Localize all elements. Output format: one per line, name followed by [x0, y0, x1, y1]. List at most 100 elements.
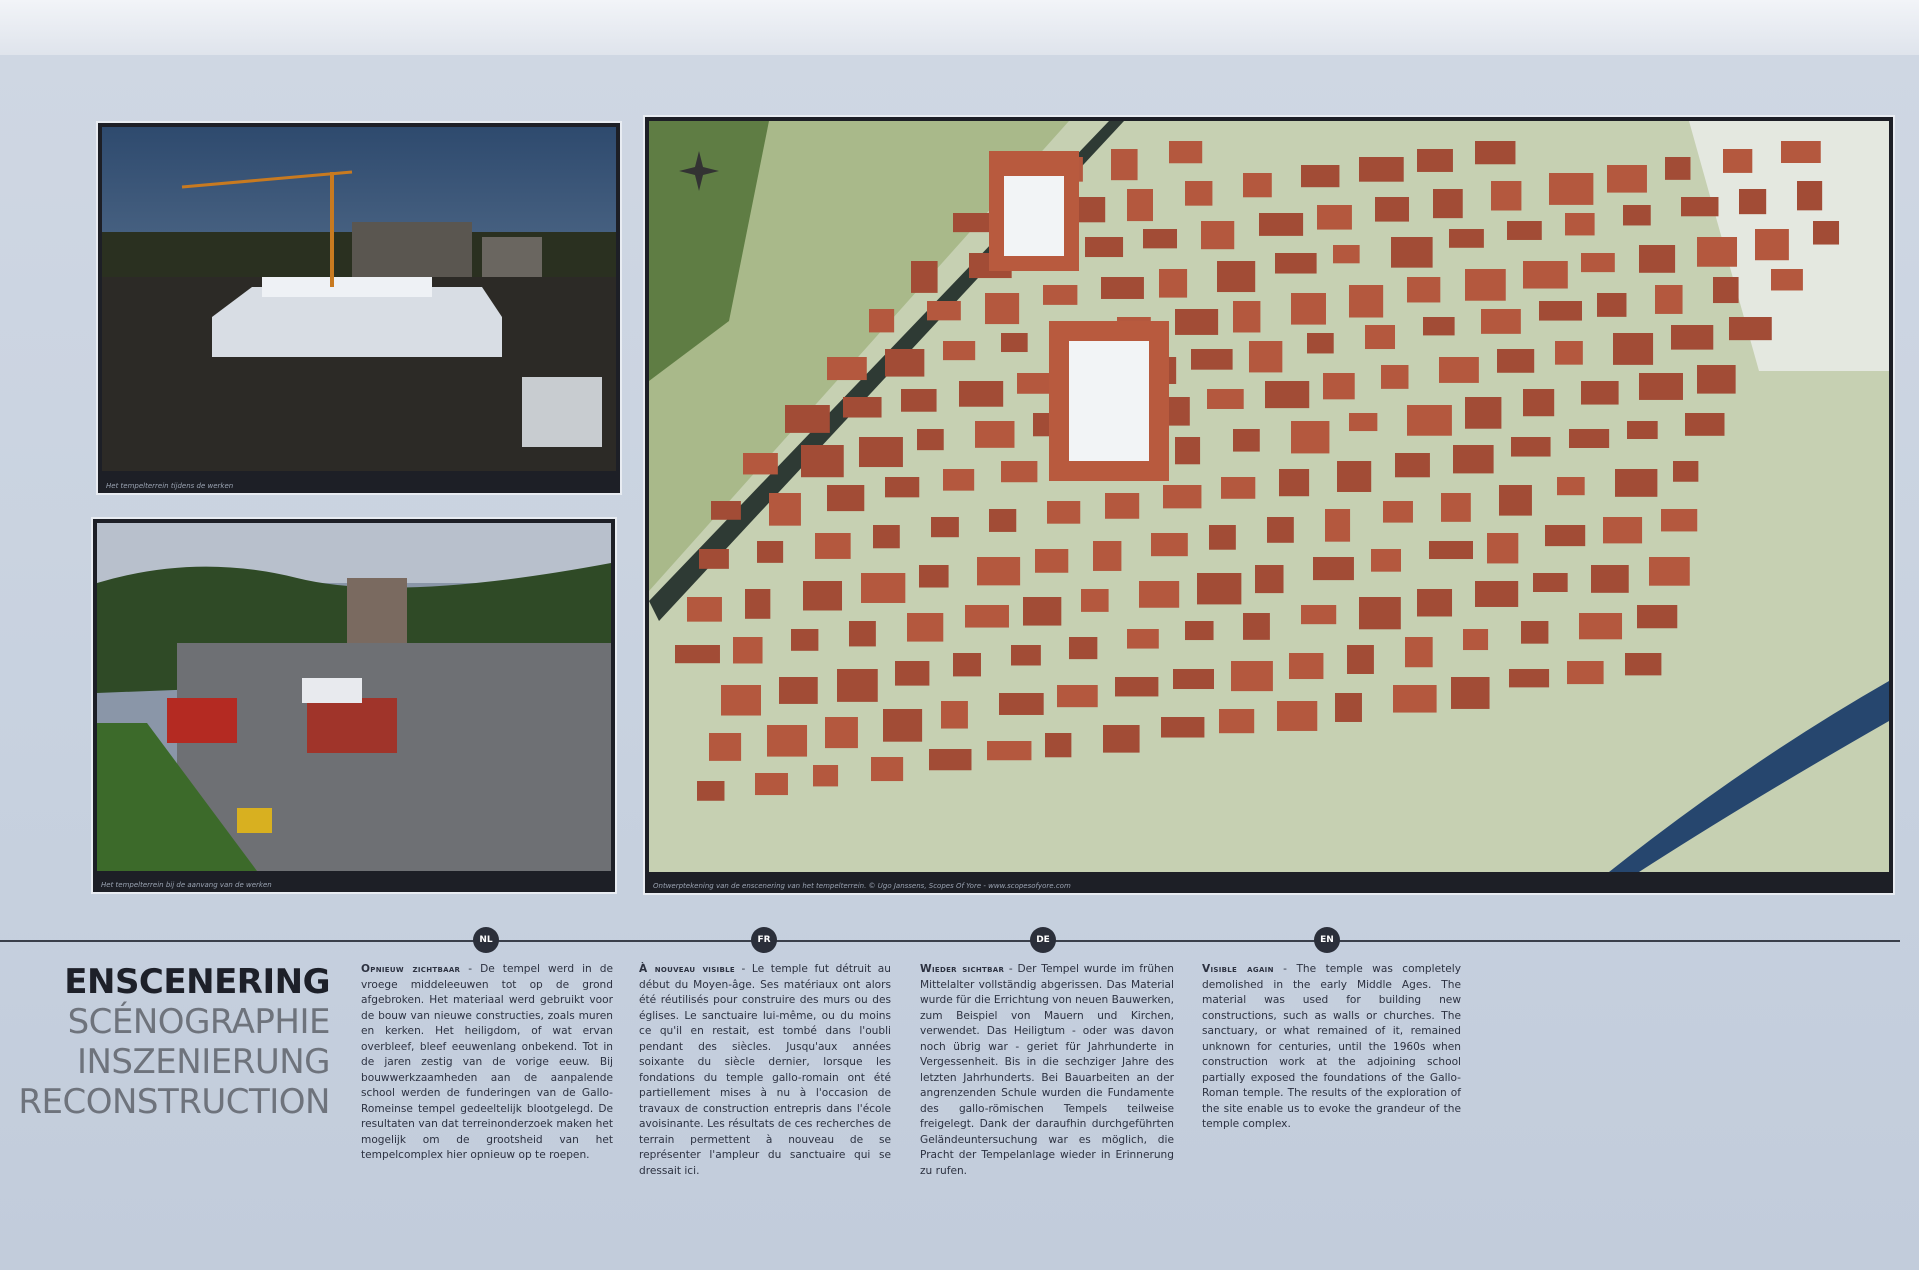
map-building — [959, 381, 1004, 407]
map-building — [1697, 237, 1738, 267]
map-building — [883, 709, 923, 742]
map-building — [1325, 509, 1351, 542]
map-building — [1047, 501, 1081, 524]
map-building — [843, 397, 882, 418]
map-building — [1017, 373, 1050, 394]
map-building — [907, 613, 944, 642]
map-building — [721, 685, 762, 716]
map-building — [1323, 373, 1355, 400]
map-building — [837, 669, 878, 702]
body-nl: De tempel werd in de vroege middeleeuwen… — [361, 963, 614, 1161]
map-building — [687, 597, 722, 622]
map-building — [1275, 253, 1317, 274]
map-building — [1439, 357, 1479, 383]
map-building — [803, 581, 843, 611]
map-building — [1449, 229, 1484, 248]
map-building — [1771, 269, 1803, 291]
map-building — [1219, 709, 1255, 734]
map-building — [1313, 557, 1354, 581]
map-building — [1267, 517, 1294, 543]
map-building — [1465, 397, 1502, 429]
heading-de: Wieder sichtbar — [920, 963, 1005, 975]
map-building — [1591, 565, 1629, 593]
map-building — [1523, 261, 1568, 289]
map-building — [815, 533, 851, 559]
map-building — [1185, 621, 1214, 641]
map-building — [1143, 229, 1178, 249]
map-building — [943, 341, 976, 361]
map-building — [1755, 229, 1789, 261]
map-building — [1233, 429, 1260, 452]
map-building — [989, 509, 1017, 532]
map-building — [1565, 213, 1595, 236]
map-building — [1639, 245, 1676, 273]
map-building — [1487, 533, 1519, 564]
map-building — [1317, 205, 1352, 230]
map-building — [1255, 565, 1284, 594]
map-building — [1207, 389, 1244, 409]
map-building — [1349, 285, 1384, 318]
map-building — [1161, 717, 1205, 738]
map-building — [1001, 333, 1028, 353]
map-building — [1201, 221, 1235, 250]
map-building — [943, 469, 975, 491]
map-building — [1243, 173, 1272, 198]
map-building — [1301, 165, 1340, 188]
map-building — [1813, 221, 1840, 245]
map-building — [827, 357, 867, 381]
map-building — [1277, 701, 1318, 731]
map-building — [1429, 541, 1473, 560]
map-building — [1661, 509, 1698, 532]
map-building — [1627, 421, 1658, 440]
reconstruction-map-frame: Ontwerptekening van de enscenering van h… — [645, 117, 1893, 893]
map-building — [1509, 669, 1550, 688]
map-building — [871, 757, 904, 782]
map-building — [697, 781, 725, 801]
map-building — [1497, 349, 1535, 373]
map-building — [1639, 373, 1683, 400]
map-building — [1291, 421, 1330, 454]
map-building — [1581, 253, 1615, 273]
map-building — [1555, 341, 1583, 365]
map-building — [885, 477, 920, 498]
map-building — [1209, 525, 1236, 550]
map-building — [813, 765, 839, 787]
map-building — [1111, 149, 1138, 181]
map-building — [1359, 597, 1401, 630]
language-badge-en: EN — [1314, 927, 1340, 953]
map-building — [1625, 653, 1662, 676]
map-building — [1597, 293, 1627, 317]
map-building — [1333, 245, 1360, 264]
photo-construction — [102, 127, 616, 471]
map-building — [1407, 405, 1452, 436]
map-building — [1545, 525, 1586, 547]
map-building — [895, 661, 930, 686]
map-building — [1523, 389, 1555, 417]
map-building — [1185, 181, 1213, 206]
map-building — [1085, 237, 1124, 258]
map-building — [1673, 461, 1699, 482]
map-caption: Ontwerptekening van de enscenering van h… — [653, 882, 1071, 890]
map-building — [1681, 197, 1719, 217]
map-building — [901, 389, 937, 412]
map-building — [1043, 285, 1078, 305]
map-building — [1685, 413, 1725, 436]
map-building — [1301, 605, 1337, 625]
map-building — [1395, 453, 1430, 478]
map-building — [1463, 629, 1489, 651]
map-building — [1453, 445, 1494, 474]
map-building — [929, 749, 972, 771]
map-building — [1417, 149, 1453, 172]
map-building — [1407, 277, 1441, 303]
map-building — [1797, 181, 1823, 211]
map-building — [927, 301, 961, 321]
map-building — [953, 213, 992, 233]
title-block: ENSCENERING SCÉNOGRAPHIE INSZENIERUNG RE… — [18, 962, 330, 1122]
map-building — [1603, 517, 1643, 544]
map-building — [711, 501, 741, 520]
title-fr: SCÉNOGRAPHIE — [67, 1002, 331, 1042]
body-fr: Le temple fut détruit au début du Moyen-… — [639, 963, 891, 1177]
map-building — [1103, 725, 1140, 753]
map-building — [825, 717, 858, 749]
map-building — [861, 573, 906, 603]
